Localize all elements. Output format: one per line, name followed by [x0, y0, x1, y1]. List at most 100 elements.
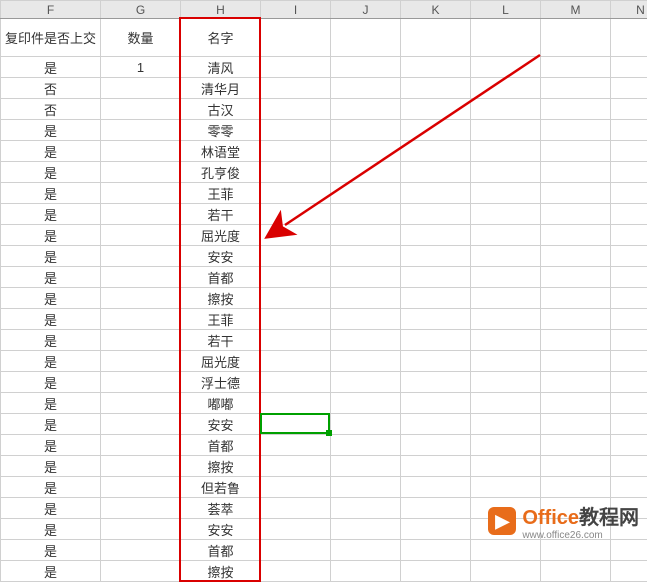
cell[interactable] — [331, 162, 401, 183]
cell[interactable] — [331, 351, 401, 372]
cell[interactable]: 荟萃 — [181, 498, 261, 519]
cell[interactable] — [471, 19, 541, 57]
col-header-H[interactable]: H — [181, 1, 261, 19]
cell[interactable]: 是 — [1, 183, 101, 204]
cell[interactable] — [401, 57, 471, 78]
cell[interactable] — [611, 393, 647, 414]
cell[interactable] — [541, 246, 611, 267]
cell[interactable] — [471, 456, 541, 477]
cell[interactable] — [331, 246, 401, 267]
cell[interactable] — [401, 99, 471, 120]
cell[interactable] — [471, 351, 541, 372]
col-header-J[interactable]: J — [331, 1, 401, 19]
cell[interactable] — [541, 162, 611, 183]
cell[interactable] — [261, 540, 331, 561]
cell[interactable] — [261, 456, 331, 477]
cell[interactable]: 是 — [1, 204, 101, 225]
cell[interactable]: 是 — [1, 162, 101, 183]
cell[interactable]: 王菲 — [181, 183, 261, 204]
cell[interactable] — [401, 162, 471, 183]
cell[interactable] — [331, 456, 401, 477]
cell[interactable]: 是 — [1, 477, 101, 498]
cell[interactable] — [541, 19, 611, 57]
cell[interactable] — [401, 330, 471, 351]
cell[interactable] — [611, 19, 647, 57]
cell[interactable] — [611, 288, 647, 309]
cell[interactable] — [471, 561, 541, 582]
cell[interactable] — [101, 141, 181, 162]
cell[interactable]: 首都 — [181, 267, 261, 288]
cell[interactable]: 是 — [1, 393, 101, 414]
cell[interactable] — [471, 330, 541, 351]
cell[interactable] — [401, 267, 471, 288]
cell[interactable] — [101, 99, 181, 120]
cell[interactable] — [471, 414, 541, 435]
cell[interactable] — [541, 351, 611, 372]
cell[interactable] — [261, 414, 331, 435]
cell[interactable] — [101, 561, 181, 582]
cell[interactable] — [261, 561, 331, 582]
cell[interactable] — [401, 309, 471, 330]
cell[interactable] — [101, 330, 181, 351]
cell[interactable] — [611, 78, 647, 99]
cell[interactable] — [541, 78, 611, 99]
cell[interactable] — [471, 393, 541, 414]
cell[interactable]: 是 — [1, 309, 101, 330]
cell[interactable] — [401, 246, 471, 267]
cell[interactable] — [101, 120, 181, 141]
cell[interactable] — [401, 141, 471, 162]
cell[interactable]: 是 — [1, 498, 101, 519]
cell[interactable] — [261, 288, 331, 309]
cell[interactable] — [261, 204, 331, 225]
cell[interactable]: 但若鲁 — [181, 477, 261, 498]
cell[interactable] — [331, 204, 401, 225]
cell[interactable] — [541, 561, 611, 582]
cell[interactable] — [401, 204, 471, 225]
cell[interactable] — [101, 267, 181, 288]
cell[interactable] — [101, 393, 181, 414]
cell[interactable]: 是 — [1, 120, 101, 141]
header-cell-G[interactable]: 数量 — [101, 19, 181, 57]
cell[interactable]: 若干 — [181, 330, 261, 351]
cell[interactable] — [261, 393, 331, 414]
cell[interactable]: 是 — [1, 267, 101, 288]
cell[interactable]: 否 — [1, 99, 101, 120]
cell[interactable] — [101, 162, 181, 183]
cell[interactable] — [611, 141, 647, 162]
cell[interactable] — [331, 477, 401, 498]
cell[interactable] — [401, 498, 471, 519]
cell[interactable] — [101, 183, 181, 204]
cell[interactable] — [471, 309, 541, 330]
cell[interactable] — [401, 477, 471, 498]
cell[interactable] — [331, 393, 401, 414]
cell[interactable] — [261, 498, 331, 519]
cell[interactable]: 是 — [1, 351, 101, 372]
cell[interactable]: 是 — [1, 372, 101, 393]
cell[interactable] — [611, 246, 647, 267]
cell[interactable] — [261, 120, 331, 141]
cell[interactable] — [101, 225, 181, 246]
cell[interactable] — [331, 99, 401, 120]
cell[interactable]: 是 — [1, 435, 101, 456]
cell[interactable] — [101, 78, 181, 99]
cell[interactable] — [401, 351, 471, 372]
cell[interactable] — [611, 330, 647, 351]
cell[interactable] — [331, 183, 401, 204]
cell[interactable] — [331, 267, 401, 288]
cell[interactable]: 是 — [1, 519, 101, 540]
cell[interactable]: 古汉 — [181, 99, 261, 120]
cell[interactable] — [541, 225, 611, 246]
cell[interactable] — [541, 141, 611, 162]
cell[interactable] — [331, 330, 401, 351]
cell[interactable]: 安安 — [181, 246, 261, 267]
cell[interactable]: 是 — [1, 57, 101, 78]
cell[interactable]: 否 — [1, 78, 101, 99]
cell[interactable]: 屈光度 — [181, 351, 261, 372]
cell[interactable] — [261, 330, 331, 351]
cell[interactable]: 是 — [1, 561, 101, 582]
cell[interactable] — [401, 561, 471, 582]
cell[interactable]: 清华月 — [181, 78, 261, 99]
cell[interactable]: 擦按 — [181, 456, 261, 477]
cell[interactable] — [401, 435, 471, 456]
cell[interactable] — [331, 309, 401, 330]
